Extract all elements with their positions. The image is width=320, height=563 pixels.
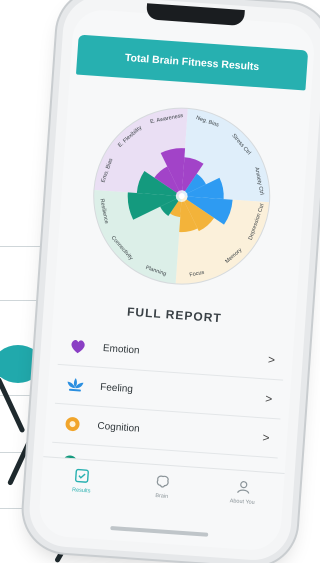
bottom-tab-bar: Results Brain About You bbox=[37, 456, 285, 552]
tab-results[interactable]: Results bbox=[51, 466, 113, 496]
chevron-right-icon: > bbox=[262, 430, 271, 445]
chevron-right-icon: > bbox=[267, 352, 276, 368]
report-item-label: Emotion bbox=[102, 342, 140, 357]
phone-frame: Total Brain Fitness Results Neg. Bias Str… bbox=[27, 0, 320, 563]
tab-label: About You bbox=[229, 498, 255, 506]
user-icon bbox=[236, 481, 249, 494]
tab-brain[interactable]: Brain bbox=[132, 471, 194, 501]
report-item-label: Cognition bbox=[97, 420, 141, 435]
cognition-icon bbox=[65, 417, 80, 432]
tab-label: Results bbox=[71, 487, 91, 495]
decorative-blob bbox=[0, 345, 42, 383]
chevron-right-icon: > bbox=[264, 391, 273, 406]
tab-about-you[interactable]: About You bbox=[212, 477, 274, 507]
app-screen: Total Brain Fitness Results Neg. Bias Str… bbox=[37, 8, 316, 552]
feeling-icon bbox=[67, 378, 84, 392]
full-report-title: FULL REPORT bbox=[126, 304, 223, 326]
tab-label: Brain bbox=[155, 493, 169, 500]
brain-icon bbox=[156, 475, 169, 488]
brain-fitness-radial-chart: Neg. BiasStress CtrlAnxiety CtrlDepressi… bbox=[93, 107, 271, 285]
decorative-stroke bbox=[0, 376, 26, 434]
header-title: Total Brain Fitness Results bbox=[124, 51, 260, 74]
results-icon bbox=[75, 468, 90, 483]
emotion-icon bbox=[71, 339, 85, 354]
report-item-label: Feeling bbox=[99, 381, 134, 395]
results-header: Total Brain Fitness Results bbox=[75, 34, 309, 91]
